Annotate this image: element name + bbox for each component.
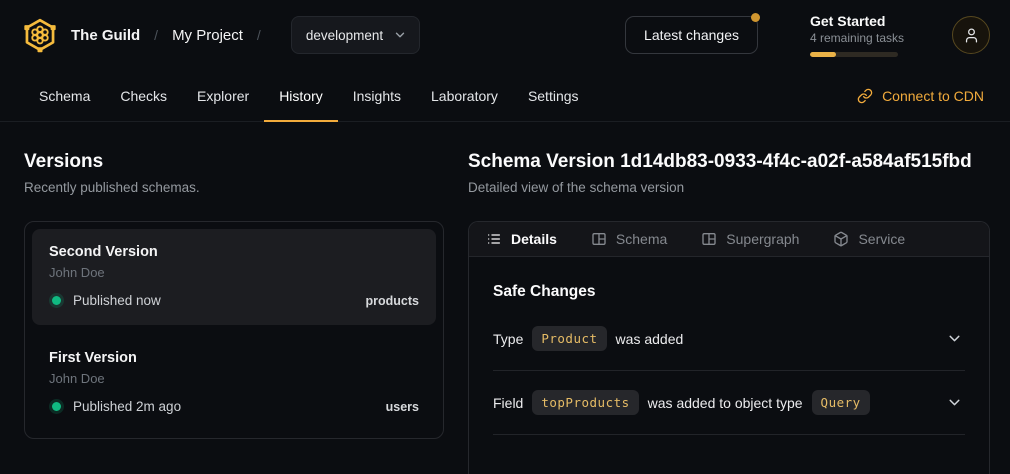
tab-explorer[interactable]: Explorer [182,70,264,121]
connect-to-cdn-link[interactable]: Connect to CDN [857,70,990,121]
change-prefix: Type [493,331,523,347]
detail-tab-label: Service [858,231,905,247]
service-name: products [366,294,419,308]
latest-changes-button[interactable]: Latest changes [625,16,758,54]
tab-schema[interactable]: Schema [24,70,105,121]
user-icon [963,27,980,44]
tab-settings[interactable]: Settings [513,70,594,121]
schema-version-detail-panel: Details Schema Sup [468,221,990,474]
user-menu-button[interactable] [952,16,990,54]
change-description: Type Product was added [493,326,683,351]
version-meta-row: Published now products [49,293,419,308]
top-header: The Guild / My Project / development Lat… [0,0,1010,70]
published-status-dot [52,296,61,305]
change-description: Field topProducts was added to object ty… [493,390,870,415]
get-started-widget[interactable]: Get Started 4 remaining tasks [810,13,900,57]
header-actions: Latest changes Get Started 4 remaining t… [625,13,990,57]
latest-changes-label: Latest changes [644,27,739,43]
schema-version-title: Schema Version 1d14db83-0933-4f4c-a02f-a… [468,150,990,173]
detail-tab-supergraph[interactable]: Supergraph [701,231,799,247]
change-suffix: was added [616,331,684,347]
published-time: Published 2m ago [73,399,181,414]
schema-version-subtitle: Detailed view of the schema version [468,180,990,195]
detail-tab-label: Schema [616,231,667,247]
safe-changes-heading: Safe Changes [493,283,965,301]
versions-title: Versions [24,150,444,173]
layout-columns-icon [591,231,607,247]
version-author: John Doe [49,265,419,280]
progress-fill [810,52,836,57]
breadcrumb-org[interactable]: The Guild [71,27,140,44]
connect-to-cdn-label: Connect to CDN [882,88,984,104]
layout-columns-icon [701,231,717,247]
version-list-item-second[interactable]: Second Version John Doe Published now pr… [32,229,436,325]
breadcrumb-project[interactable]: My Project [172,27,243,44]
breadcrumb-separator: / [257,27,261,43]
detail-tab-schema[interactable]: Schema [591,231,667,247]
version-name: First Version [49,350,419,366]
version-meta-row: Published 2m ago users [49,399,419,414]
main-nav: Schema Checks Explorer History Insights … [0,70,1010,122]
detail-tab-label: Details [511,231,557,247]
published-status-dot [52,402,61,411]
service-name: users [386,400,419,414]
target-selector-value: development [306,28,383,43]
version-author: John Doe [49,371,419,386]
target-selector-dropdown[interactable]: development [291,16,420,54]
change-prefix: Field [493,395,523,411]
published-time: Published now [73,293,161,308]
get-started-progressbar [810,52,898,57]
code-badge: topProducts [532,390,638,415]
chevron-down-icon[interactable] [946,330,963,347]
chevron-down-icon [393,28,407,42]
detail-tab-service[interactable]: Service [833,231,905,247]
detail-tabs: Details Schema Sup [469,222,989,257]
versions-subtitle: Recently published schemas. [24,180,444,195]
tab-checks[interactable]: Checks [105,70,182,121]
detail-body: Safe Changes Type Product was added Fiel… [469,257,989,435]
change-middle: was added to object type [648,395,803,411]
code-badge: Product [532,326,606,351]
content-area: Versions Recently published schemas. Sec… [0,122,1010,474]
detail-tab-label: Supergraph [726,231,799,247]
chevron-down-icon[interactable] [946,394,963,411]
cube-icon [833,231,849,247]
versions-column: Versions Recently published schemas. Sec… [24,150,444,474]
code-badge: Query [812,390,870,415]
version-list-item-first[interactable]: First Version John Doe Published 2m ago … [32,335,436,431]
get-started-subtitle: 4 remaining tasks [810,31,900,46]
tab-laboratory[interactable]: Laboratory [416,70,513,121]
change-row-type-added[interactable]: Type Product was added [493,307,965,371]
detail-tab-details[interactable]: Details [486,231,557,247]
breadcrumb-separator: / [154,27,158,43]
schema-version-column: Schema Version 1d14db83-0933-4f4c-a02f-a… [468,150,990,474]
tab-insights[interactable]: Insights [338,70,416,121]
change-row-field-added[interactable]: Field topProducts was added to object ty… [493,371,965,435]
versions-list: Second Version John Doe Published now pr… [24,221,444,439]
version-name: Second Version [49,244,419,260]
link-icon [857,88,873,104]
divider [32,325,436,335]
notification-dot [751,13,760,22]
list-icon [486,231,502,247]
hive-logo-icon[interactable] [22,17,58,53]
tab-history[interactable]: History [264,70,338,121]
get-started-title: Get Started [810,13,900,30]
